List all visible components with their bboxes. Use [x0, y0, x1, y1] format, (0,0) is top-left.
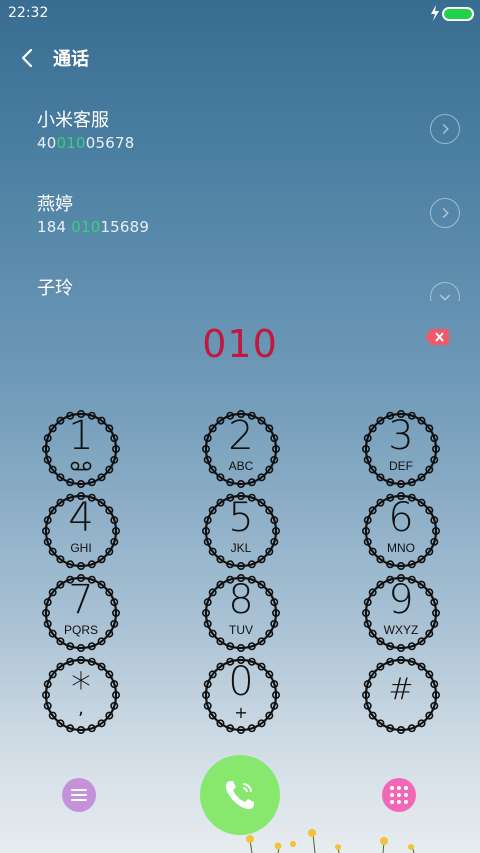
header: 通话	[0, 36, 480, 80]
key-digit: 1	[68, 413, 94, 459]
dialed-number: 010	[202, 322, 278, 366]
battery-icon	[442, 7, 474, 21]
key-letters: WXYZ	[383, 623, 419, 637]
key-2[interactable]: 2 ABC	[202, 410, 280, 488]
list-item[interactable]: 燕婷 184 01015689	[0, 180, 480, 264]
key-digit: 6	[388, 495, 414, 541]
contact-name: 小米客服	[37, 110, 109, 131]
key-digit: 2	[228, 413, 254, 459]
chevron-right-icon[interactable]	[430, 198, 460, 228]
key-8[interactable]: 8 TUV	[202, 574, 280, 652]
status-time: 22:32	[8, 5, 49, 21]
key-0[interactable]: 0 +	[202, 656, 280, 734]
key-letters: ,	[78, 698, 84, 719]
key-digit: 9	[388, 577, 414, 623]
key-letters: JKL	[230, 541, 252, 555]
key-1[interactable]: 1	[42, 410, 120, 488]
chevron-left-icon[interactable]	[14, 44, 42, 72]
key-3[interactable]: 3 DEF	[362, 410, 440, 488]
key-star[interactable]: * ,	[42, 656, 120, 734]
key-9[interactable]: 9 WXYZ	[362, 574, 440, 652]
bolt-icon	[431, 5, 439, 21]
contact-number: 4001005678	[37, 134, 135, 152]
list-item[interactable]: 子玲	[0, 264, 480, 301]
chevron-right-icon[interactable]	[430, 114, 460, 144]
contact-number: 184 01015689	[37, 218, 150, 236]
key-5[interactable]: 5 JKL	[202, 492, 280, 570]
key-letters: +	[234, 703, 248, 722]
key-digit: 5	[228, 495, 254, 541]
key-letters: DEF	[389, 459, 413, 473]
key-digit: 8	[228, 577, 254, 623]
key-letters: MNO	[387, 541, 415, 555]
phone-icon	[225, 781, 254, 810]
key-letters: PQRS	[63, 623, 98, 637]
key-4[interactable]: 4 GHI	[42, 492, 120, 570]
voicemail-icon	[70, 461, 92, 471]
key-digit: #	[388, 672, 414, 707]
key-digit: 4	[68, 495, 94, 541]
wallpaper-flowers	[246, 829, 415, 853]
page-title: 通话	[53, 49, 89, 70]
key-digit: 3	[388, 413, 414, 459]
key-digit: 7	[68, 577, 94, 623]
contact-suggestions-list: 小米客服 4001005678 燕婷 184 01015689 子玲	[0, 96, 480, 301]
list-item[interactable]: 小米客服 4001005678	[0, 96, 480, 180]
key-digit: 0	[228, 659, 254, 705]
key-pound[interactable]: #	[362, 656, 440, 734]
status-bar: 22:32	[0, 0, 480, 28]
dialpad-icon[interactable]	[382, 778, 416, 812]
menu-icon[interactable]	[62, 778, 96, 812]
backspace-icon[interactable]	[424, 328, 450, 346]
contact-name: 燕婷	[37, 194, 73, 215]
key-6[interactable]: 6 MNO	[362, 492, 440, 570]
key-letters: GHI	[70, 541, 92, 555]
key-7[interactable]: 7 PQRS	[42, 574, 120, 652]
contact-name: 子玲	[37, 278, 73, 299]
key-letters: ABC	[228, 459, 254, 473]
key-letters: TUV	[229, 623, 253, 637]
chevron-right-icon[interactable]	[430, 282, 460, 301]
